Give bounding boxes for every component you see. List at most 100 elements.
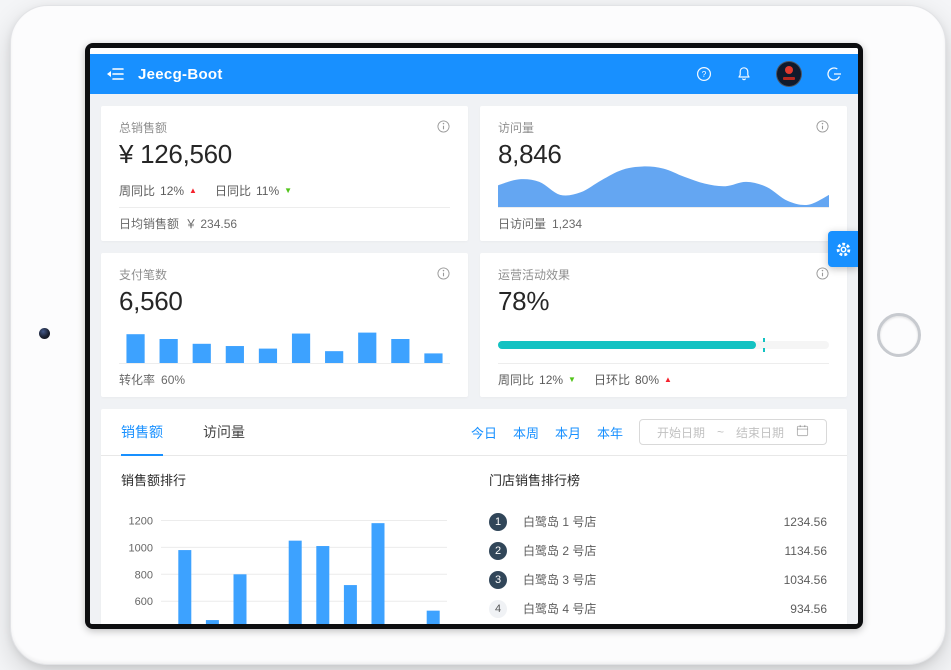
total-sales-footer: 日均销售额 ￥ 234.56 xyxy=(119,207,450,233)
card-title: 总销售额 xyxy=(119,119,167,136)
info-icon[interactable] xyxy=(816,267,829,283)
store-name: 白鹭岛 4 号店 xyxy=(523,600,596,617)
rank-row: 4 白鹭岛 4 号店 934.56 xyxy=(489,594,827,623)
app-header: Jeecg-Boot ? xyxy=(90,54,858,94)
svg-text:?: ? xyxy=(702,69,707,79)
tab-extra-actions: 今日本周本月本年 开始日期 ~ 结束日期 xyxy=(471,419,827,445)
store-sales-value: 1234.56 xyxy=(784,515,827,529)
screen-bezel: Jeecg-Boot ? xyxy=(85,43,863,629)
store-name: 白鹭岛 1 号店 xyxy=(523,513,596,530)
sales-rank-chart-column: 销售额排行 120010008006004002000 xyxy=(121,470,459,624)
stat-card-row-2: 支付笔数 6,560 转化率 60% xyxy=(101,253,847,397)
svg-text:1000: 1000 xyxy=(129,542,153,554)
sales-rank-bar-chart: 120010008006004002000 xyxy=(121,497,459,624)
svg-text:600: 600 xyxy=(135,596,153,608)
effect-progress xyxy=(498,341,829,363)
svg-text:800: 800 xyxy=(135,569,153,581)
store-name: 白鹭岛 3 号店 xyxy=(523,571,596,588)
home-button xyxy=(877,313,921,357)
logout-icon[interactable] xyxy=(826,66,842,82)
store-rank-column: 门店销售排行榜 1 白鹭岛 1 号店 1234.56 2 白鹭岛 2 号店 11… xyxy=(489,470,827,624)
end-date-placeholder[interactable]: 结束日期 xyxy=(736,424,784,441)
rank-row: 1 白鹭岛 1 号店 1234.56 xyxy=(489,507,827,536)
app-title: Jeecg-Boot xyxy=(138,66,223,83)
store-name: 白鹭岛 2 号店 xyxy=(523,542,596,559)
quick-filter-group: 今日本周本月本年 xyxy=(471,423,623,442)
calendar-icon xyxy=(796,424,809,440)
progress-fill xyxy=(498,341,756,349)
card-title: 运营活动效果 xyxy=(498,266,570,283)
rank-badge: 4 xyxy=(489,600,507,618)
footer-label: 日访问量 xyxy=(498,215,546,232)
card-payments: 支付笔数 6,560 转化率 60% xyxy=(101,253,468,397)
info-icon[interactable] xyxy=(816,120,829,136)
rank-badge: 2 xyxy=(489,542,507,560)
app-viewport: Jeecg-Boot ? xyxy=(90,48,858,624)
quick-filter-3[interactable]: 本年 xyxy=(597,423,623,442)
help-icon[interactable]: ? xyxy=(696,66,712,82)
rank-row: 3 白鹭岛 3 号店 1034.56 xyxy=(489,565,827,594)
card-title: 访问量 xyxy=(498,119,534,136)
tab-1[interactable]: 访问量 xyxy=(203,409,245,455)
payments-value: 6,560 xyxy=(119,285,450,318)
footer-label: 转化率 xyxy=(119,371,155,388)
card-total-sales: 总销售额 ¥ 126,560 周同比12%▲ 日同比11%▼ xyxy=(101,106,468,241)
start-date-placeholder[interactable]: 开始日期 xyxy=(657,424,705,441)
visits-area-chart xyxy=(498,161,829,207)
store-rank-list: 1 白鹭岛 1 号店 1234.56 2 白鹭岛 2 号店 1134.56 3 … xyxy=(489,507,827,623)
tab-0[interactable]: 销售额 xyxy=(121,409,163,455)
visits-footer: 日访问量 1,234 xyxy=(498,207,829,233)
avatar-logo-bar xyxy=(783,77,795,80)
svg-text:1200: 1200 xyxy=(129,515,153,527)
tabs: 销售额访问量 xyxy=(121,409,285,455)
payments-bar-chart xyxy=(119,329,450,363)
dashboard-content: 总销售额 ¥ 126,560 周同比12%▲ 日同比11%▼ xyxy=(101,106,847,624)
header-actions: ? xyxy=(696,61,842,87)
trend-week: 周同比12%▲ xyxy=(119,182,197,199)
sales-rank-chart-title: 销售额排行 xyxy=(121,470,459,489)
footer-value: 60% xyxy=(161,373,185,387)
card-operation-effect: 运营活动效果 78% xyxy=(480,253,847,397)
sales-analysis-card: 销售额访问量 今日本周本月本年 开始日期 ~ 结束日期 xyxy=(101,409,847,624)
front-camera xyxy=(39,328,50,339)
rank-row: 2 白鹭岛 2 号店 1134.56 xyxy=(489,536,827,565)
effect-footer: 周同比12%▼ 日环比80%▲ xyxy=(498,363,829,389)
sales-panel: 销售额排行 120010008006004002000 门店销售排行榜 1 白鹭… xyxy=(101,456,847,624)
notification-bell-icon[interactable] xyxy=(736,66,752,82)
date-separator: ~ xyxy=(717,425,724,439)
rank-badge: 3 xyxy=(489,571,507,589)
card-visits: 访问量 8,846 日访问量 1,234 xyxy=(480,106,847,241)
rank-badge: 1 xyxy=(489,513,507,531)
progress-track xyxy=(498,341,829,349)
menu-fold-icon[interactable] xyxy=(106,66,124,82)
trend-week: 周同比12%▼ xyxy=(498,371,576,388)
info-icon[interactable] xyxy=(437,120,450,136)
store-sales-value: 1034.56 xyxy=(784,573,827,587)
payments-footer: 转化率 60% xyxy=(119,363,450,389)
store-sales-value: 1134.56 xyxy=(785,544,828,558)
stat-card-row-1: 总销售额 ¥ 126,560 周同比12%▲ 日同比11%▼ xyxy=(101,106,847,241)
trend-day: 日环比80%▲ xyxy=(594,371,672,388)
total-sales-value: ¥ 126,560 xyxy=(119,138,450,171)
user-avatar[interactable] xyxy=(776,61,802,87)
tablet-device-frame: Jeecg-Boot ? xyxy=(10,5,946,665)
date-range-picker[interactable]: 开始日期 ~ 结束日期 xyxy=(639,419,827,445)
quick-filter-1[interactable]: 本周 xyxy=(513,423,539,442)
footer-value: 1,234 xyxy=(552,217,582,231)
card-title: 支付笔数 xyxy=(119,266,167,283)
store-sales-value: 934.56 xyxy=(790,602,827,616)
trend-day: 日同比11%▼ xyxy=(215,182,292,199)
avatar-logo-mark xyxy=(785,66,793,74)
quick-filter-0[interactable]: 今日 xyxy=(471,423,497,442)
settings-gear-button[interactable] xyxy=(828,231,858,267)
footer-value: ￥ 234.56 xyxy=(185,215,237,232)
svg-text:400: 400 xyxy=(135,623,153,624)
store-rank-title: 门店销售排行榜 xyxy=(489,470,827,489)
footer-label: 日均销售额 xyxy=(119,215,179,232)
effect-value: 78% xyxy=(498,285,829,318)
progress-target-marker xyxy=(763,338,765,352)
quick-filter-2[interactable]: 本月 xyxy=(555,423,581,442)
total-sales-trends: 周同比12%▲ 日同比11%▼ xyxy=(119,182,292,207)
info-icon[interactable] xyxy=(437,267,450,283)
sales-tabbar: 销售额访问量 今日本周本月本年 开始日期 ~ 结束日期 xyxy=(101,409,847,456)
